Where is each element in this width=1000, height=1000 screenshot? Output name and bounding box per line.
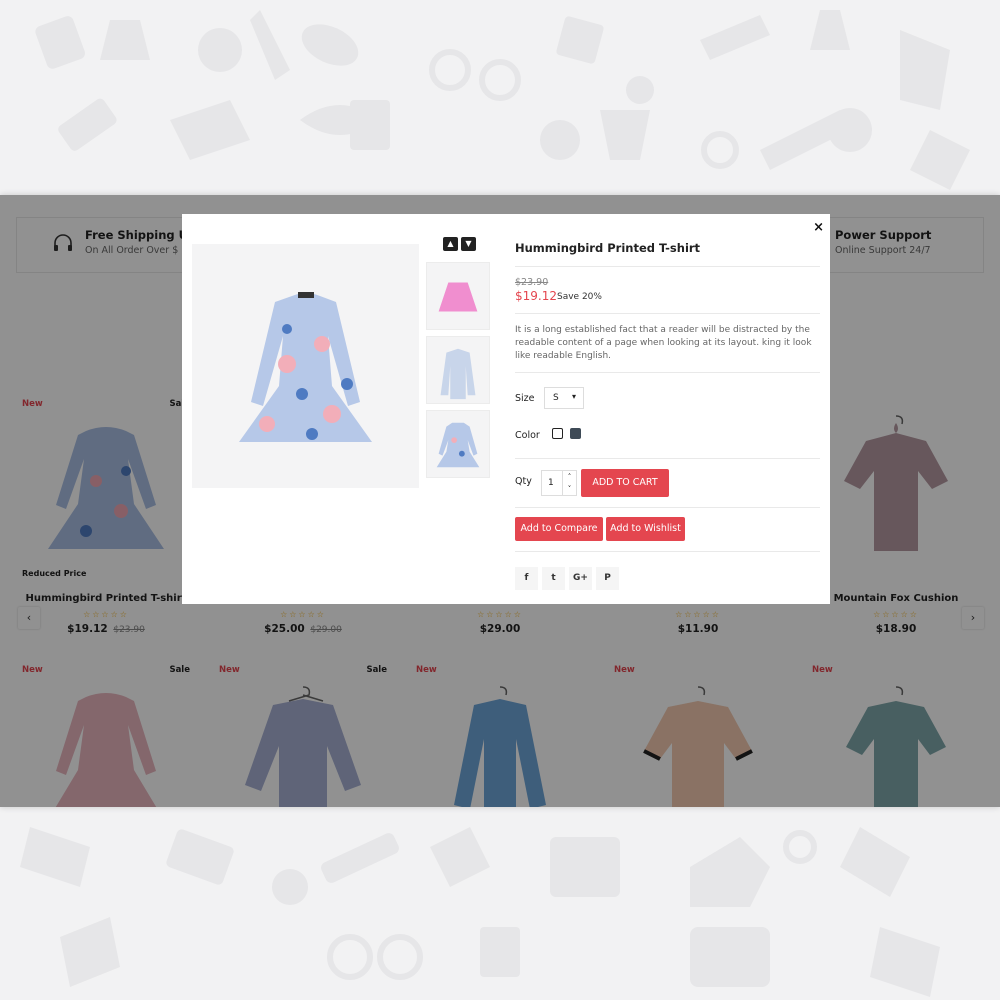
old-price: $23.90 [515,277,549,288]
thumbnail-skirt[interactable] [426,262,490,330]
close-icon[interactable]: × [813,220,824,235]
divider [515,507,820,508]
thumbnail-dress[interactable] [426,410,490,478]
thumb-up-icon[interactable]: ▲ [443,237,458,251]
current-price: $19.12 [515,289,557,303]
divider [515,266,820,267]
thumb-down-icon[interactable]: ▼ [461,237,476,251]
main-product-image [192,244,419,488]
google-plus-icon[interactable]: G+ [569,567,592,590]
decorative-background-bottom [0,807,1000,1000]
divider [515,372,820,373]
color-swatch-white[interactable] [552,428,563,439]
decorative-background-top [0,0,1000,195]
color-swatch-dark[interactable] [570,428,581,439]
add-to-wishlist-button[interactable]: Add to Wishlist [606,517,685,541]
quantity-stepper[interactable]: 1 ˄ ˅ [541,470,577,496]
pinterest-icon[interactable]: P [596,567,619,590]
quantity-value: 1 [548,478,554,488]
size-select[interactable]: S ▾ [544,387,584,409]
size-value: S [553,393,559,403]
divider [515,551,820,552]
pink-skirt-image [438,282,478,312]
save-badge: Save 20% [557,292,602,302]
color-label: Color [515,430,540,441]
quantity-spin[interactable]: ˄ ˅ [562,471,576,495]
product-description: It is a long established fact that a rea… [515,325,812,361]
divider [515,313,820,314]
add-to-cart-button[interactable]: ADD TO CART [581,469,669,497]
floral-dress-image [436,422,480,468]
shirt-image [440,348,476,400]
floral-dress-image [239,292,372,442]
facebook-icon[interactable]: f [515,567,538,590]
twitter-icon[interactable]: t [542,567,565,590]
quick-view-modal: × ▲ ▼ Hummingbird Printed T-shirt $23.90… [182,214,830,604]
fashion-pattern-icon [35,10,970,190]
divider [515,458,820,459]
fashion-pattern-icon [20,827,940,997]
qty-label: Qty [515,476,532,487]
add-to-compare-button[interactable]: Add to Compare [515,517,603,541]
size-label: Size [515,393,535,404]
thumbnail-shirt[interactable] [426,336,490,404]
product-title: Hummingbird Printed T-shirt [515,241,701,255]
chevron-down-icon: ▾ [571,392,576,401]
